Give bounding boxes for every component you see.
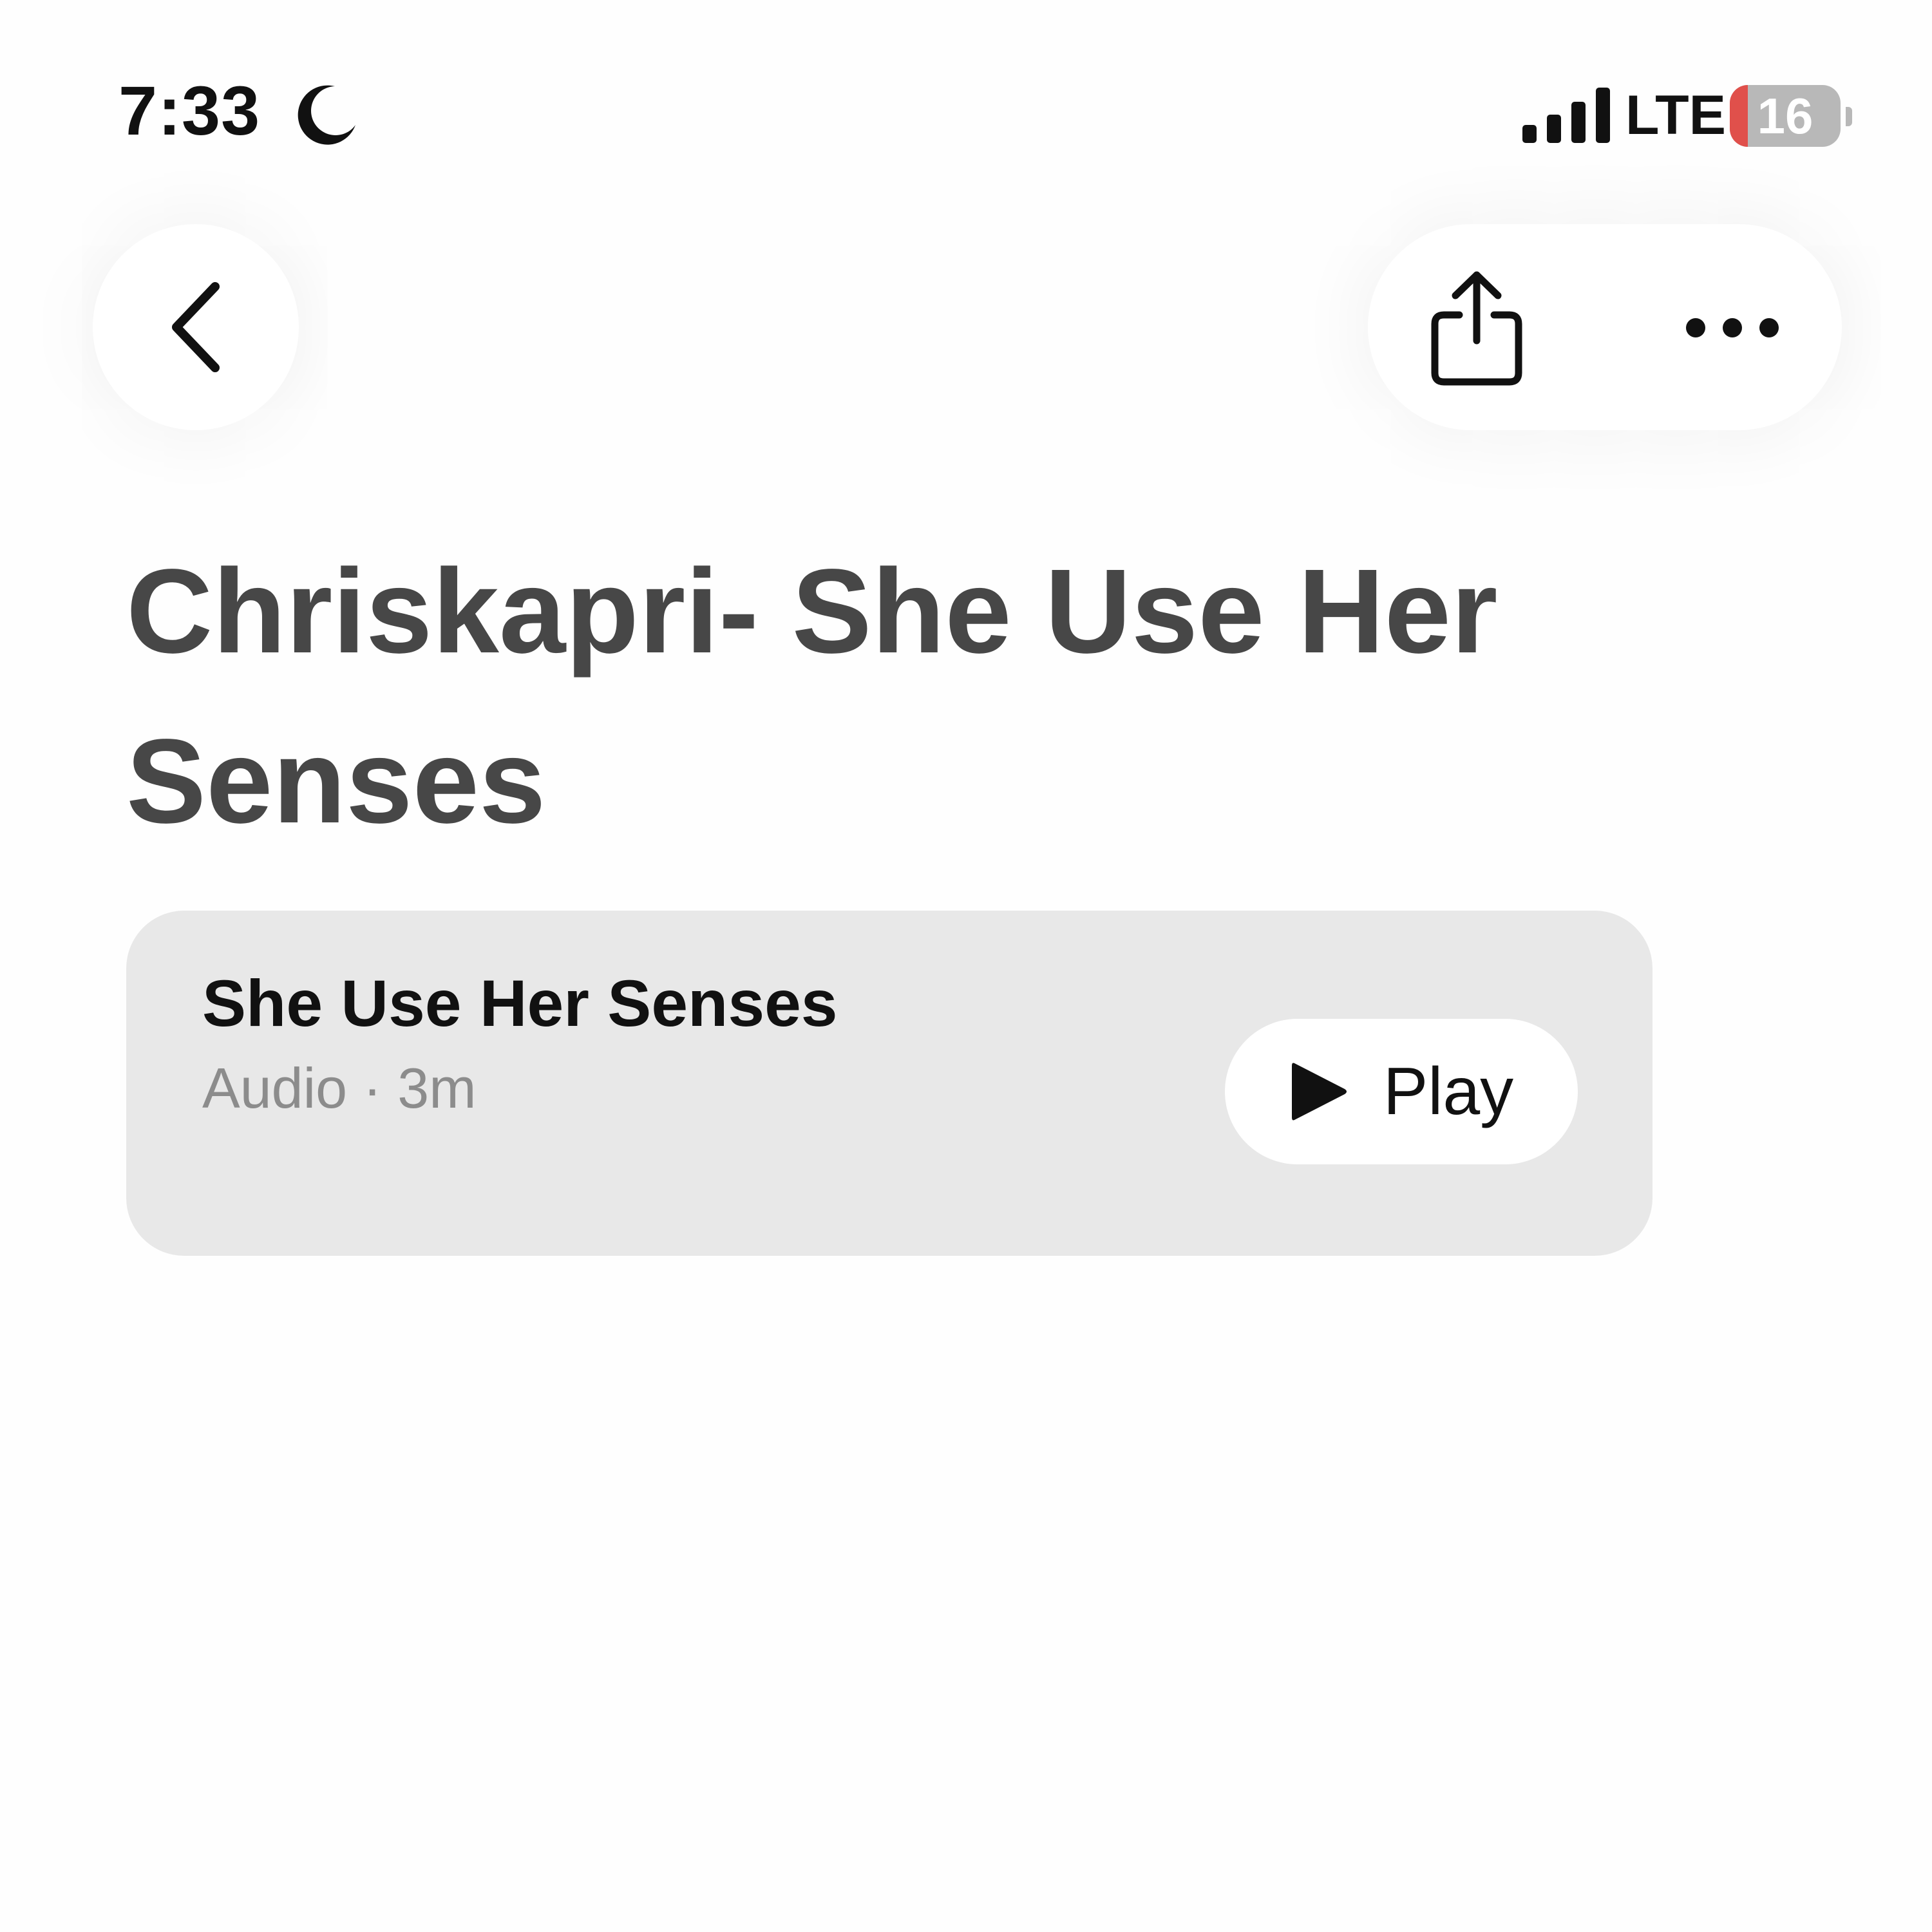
network-type: LTE (1625, 84, 1727, 146)
episode-title: She Use Her Senses (202, 967, 838, 1040)
more-options-button[interactable] (1636, 229, 1829, 426)
screen: 7:33 LTE 16 Chriskapri- She Use Her Sens… (0, 0, 1932, 1932)
play-label: Play (1383, 1054, 1514, 1129)
battery-tip (1846, 107, 1852, 126)
page-title: Chriskapri- She Use Her Senses (126, 545, 1498, 848)
battery-level: 16 (1757, 88, 1814, 144)
moon-icon (298, 85, 355, 145)
ellipsis-icon (1686, 318, 1779, 337)
chevron-left-icon (172, 282, 220, 372)
episode-meta: Audio · 3m (202, 1056, 477, 1120)
share-button[interactable] (1378, 229, 1575, 426)
battery-icon: 16 (1730, 85, 1841, 147)
episode-card[interactable]: She Use Her Senses Audio · 3m Play (126, 911, 1653, 1256)
back-button[interactable] (93, 224, 299, 430)
status-time: 7:33 (118, 71, 261, 149)
share-icon (1431, 271, 1522, 386)
play-icon (1291, 1063, 1347, 1121)
play-button[interactable]: Play (1225, 1019, 1578, 1164)
cellular-signal-icon (1522, 88, 1610, 143)
